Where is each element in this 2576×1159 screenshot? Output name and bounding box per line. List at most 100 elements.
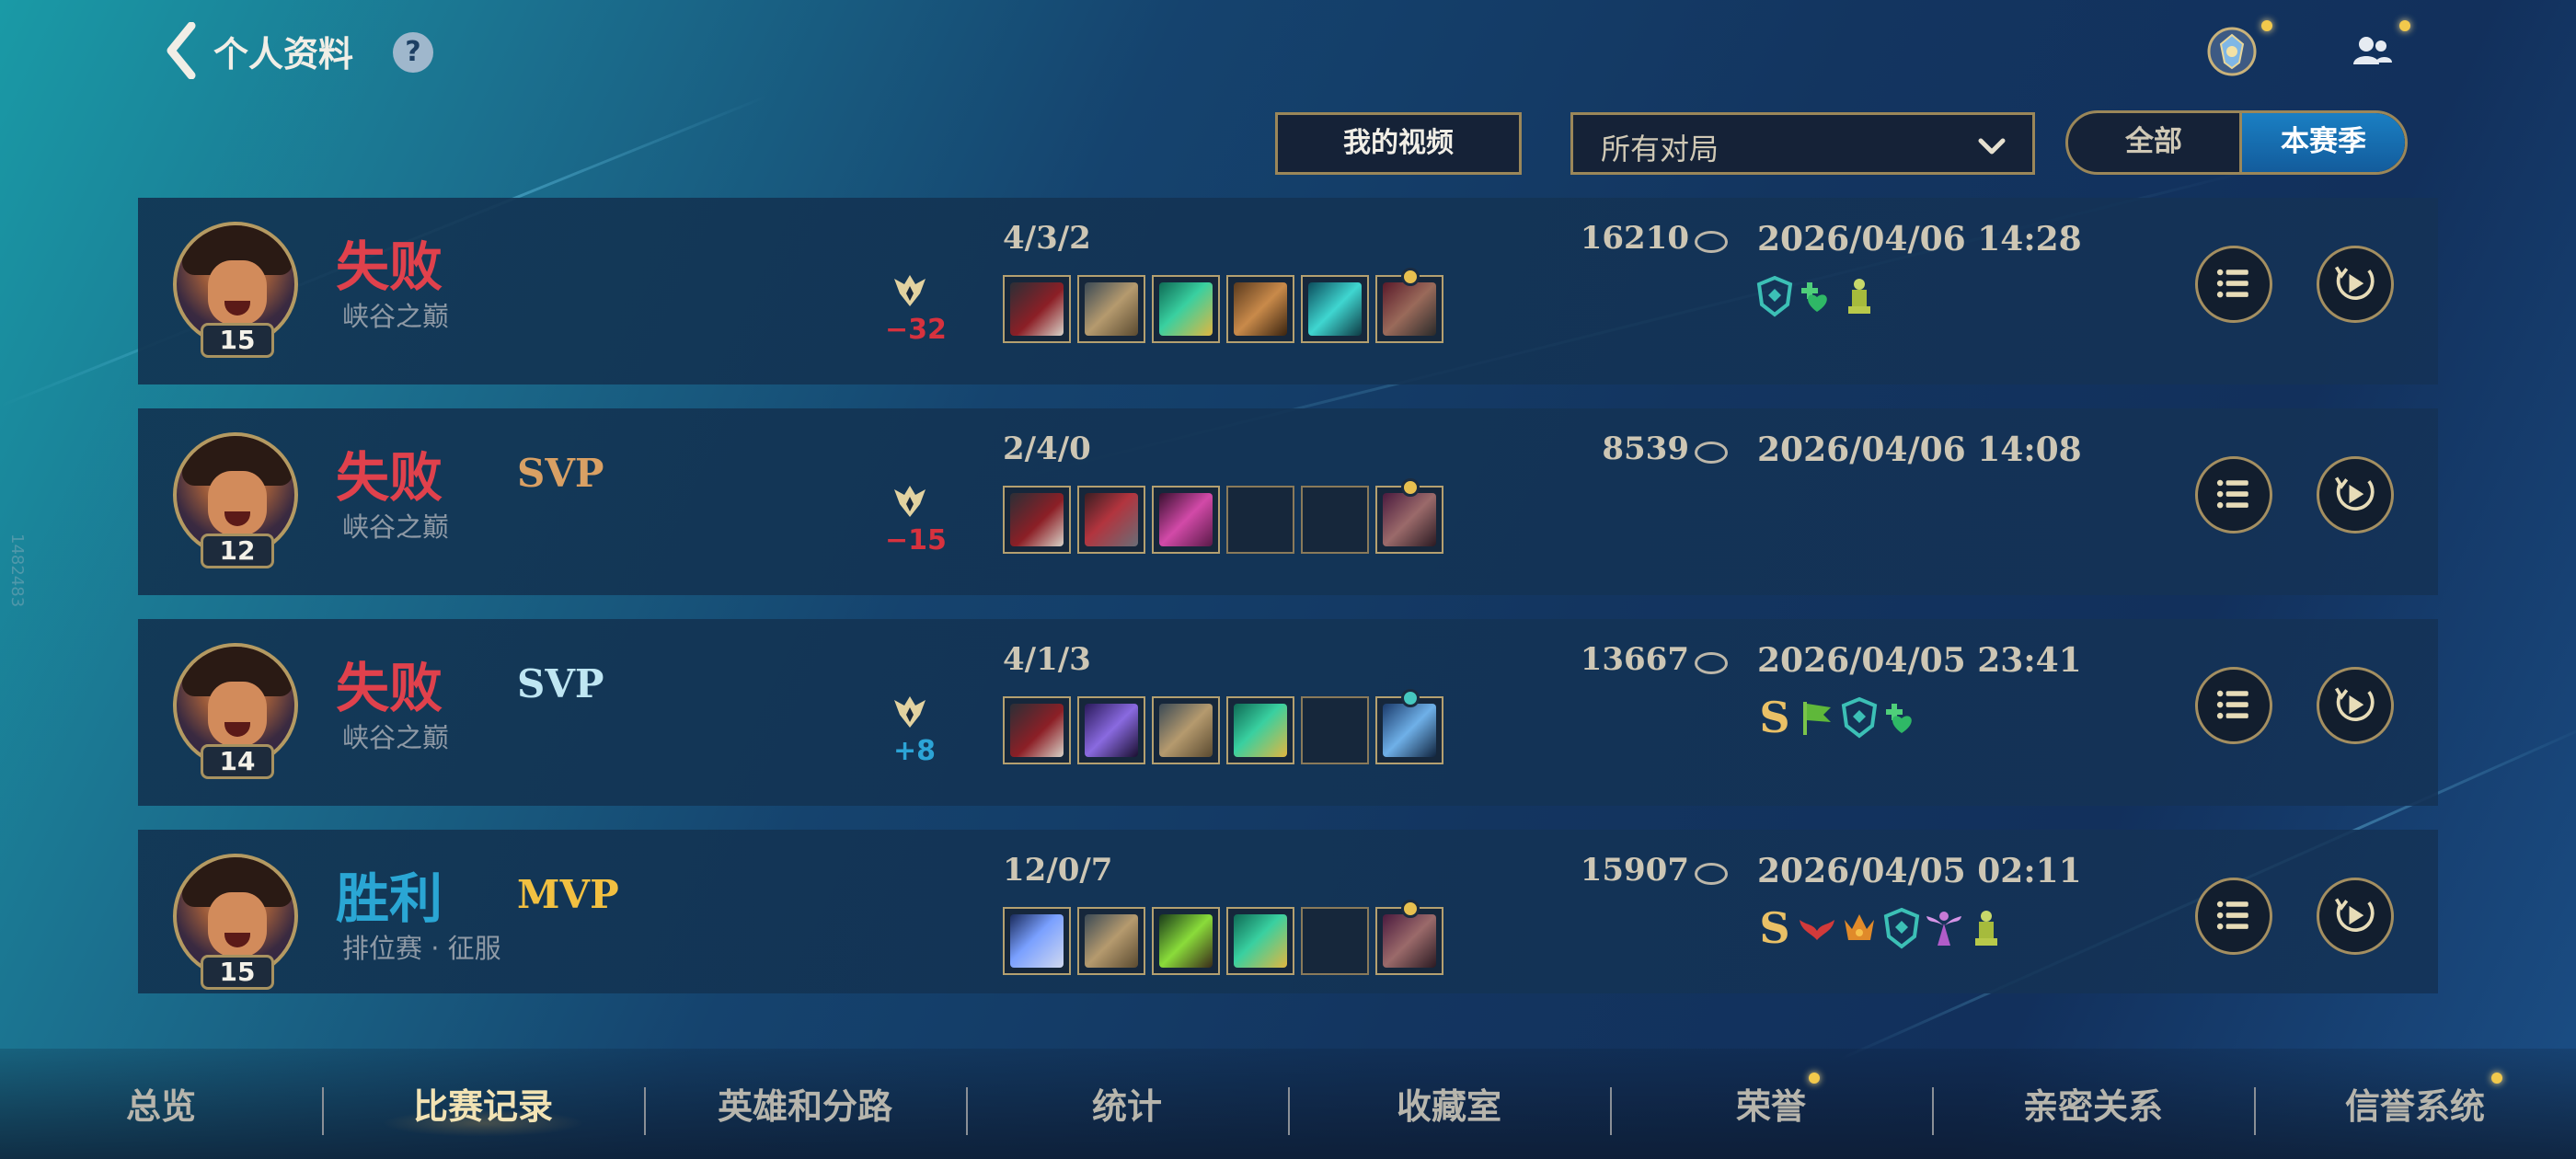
performance-tag: SVP	[517, 661, 604, 706]
gold-amount: 16210	[1426, 220, 1730, 257]
replay-icon	[2334, 687, 2375, 721]
kda-text: 4/1/3	[1003, 641, 1091, 678]
tower-badge-icon	[1840, 275, 1879, 317]
item-slot-tan-axe[interactable]	[1077, 275, 1145, 343]
performance-tag: MVP	[517, 872, 619, 917]
item-slot-purple-spear[interactable]	[1077, 696, 1145, 764]
match-details-button[interactable]	[2195, 878, 2272, 955]
nav-tab-0[interactable]: 总览	[23, 1078, 299, 1133]
item-slot-red-blade[interactable]	[1003, 486, 1071, 554]
list-icon	[2216, 901, 2248, 930]
gold-value: 13667	[1580, 641, 1689, 678]
match-details-button[interactable]	[2195, 667, 2272, 744]
tower-badge-icon	[1967, 907, 2006, 949]
item-slot-green-staff[interactable]	[1226, 907, 1294, 975]
nav-tab-3[interactable]: 统计	[989, 1078, 1265, 1133]
toggle-all[interactable]: 全部	[2068, 113, 2239, 172]
item-slot-red-blade[interactable]	[1003, 275, 1071, 343]
nav-tab-7[interactable]: 信誉系统	[2277, 1078, 2553, 1133]
replay-button[interactable]	[2317, 878, 2394, 955]
match-result: 胜利	[336, 867, 443, 930]
item-slot-boots[interactable]	[1375, 478, 1443, 554]
replay-button[interactable]	[2317, 667, 2394, 744]
back-arrow-icon[interactable]	[164, 22, 199, 79]
match-datetime: 2026/04/05 23:41	[1757, 641, 2082, 680]
help-icon[interactable]: ?	[393, 32, 433, 73]
item-slot-pink-gauntlet[interactable]	[1152, 486, 1220, 554]
s-rating-badge: S	[1759, 903, 1790, 953]
match-details-button[interactable]	[2195, 246, 2272, 323]
nav-separator	[322, 1087, 324, 1135]
coin-icon	[1695, 231, 1728, 253]
hero-level-badge: 12	[201, 534, 274, 568]
gold-amount: 8539	[1426, 430, 1730, 467]
item-enchant-gem	[1401, 900, 1420, 918]
notification-dot	[2399, 20, 2410, 31]
match-details-button[interactable]	[2195, 456, 2272, 534]
game-mode: 峡谷之巅	[342, 722, 450, 753]
my-videos-button[interactable]: 我的视频	[1275, 112, 1522, 175]
toggle-this-season[interactable]: 本赛季	[2239, 113, 2405, 172]
item-slot-empty	[1301, 907, 1369, 975]
nav-tab-4[interactable]: 收藏室	[1311, 1078, 1587, 1133]
item-slot-boots[interactable]	[1375, 900, 1443, 975]
item-slot-red-hammer[interactable]	[1375, 268, 1443, 343]
side-id-text: 1482483	[7, 534, 27, 608]
replay-icon	[2334, 476, 2375, 511]
flag-badge-icon	[1798, 696, 1836, 739]
coin-icon	[1695, 652, 1728, 674]
rank-points-icon	[889, 480, 931, 522]
hero-level-badge: 15	[201, 955, 274, 990]
item-slot-teal-cloak[interactable]	[1301, 275, 1369, 343]
gold-value: 15907	[1580, 852, 1689, 889]
performance-tag: SVP	[517, 451, 604, 496]
nav-separator	[644, 1087, 646, 1135]
game-mode: 峡谷之巅	[342, 511, 450, 543]
nav-tab-2[interactable]: 英雄和分路	[667, 1078, 943, 1133]
gold-amount: 15907	[1426, 852, 1730, 889]
item-slot-green-staff[interactable]	[1152, 275, 1220, 343]
nav-separator	[2254, 1087, 2256, 1135]
s-rating-badge: S	[1759, 693, 1790, 742]
item-slot-tan-axe[interactable]	[1152, 696, 1220, 764]
item-slot-green-skull[interactable]	[1152, 907, 1220, 975]
match-row[interactable]: 15 胜利 MVP 排位赛 · 征服 12/0/7 15907 2026/04/05 02:…	[138, 830, 2438, 993]
nav-tab-1[interactable]: 比赛记录	[345, 1078, 621, 1137]
list-icon	[2216, 269, 2248, 298]
replay-button[interactable]	[2317, 246, 2394, 323]
rank-points-icon	[889, 270, 931, 312]
nav-tab-6[interactable]: 亲密关系	[1955, 1078, 2231, 1133]
notification-dot	[1809, 1073, 1820, 1084]
match-type-dropdown[interactable]: 所有对局	[1570, 112, 2035, 175]
match-result: 失败	[336, 235, 443, 298]
list-icon	[2216, 690, 2248, 719]
friends-icon[interactable]	[2346, 26, 2398, 77]
rank-points-change: −15	[885, 524, 947, 557]
match-row[interactable]: 15 失败 峡谷之巅 −32 4/3/2 16210 2026/04/06 14:28	[138, 198, 2438, 384]
item-slot-empty	[1301, 696, 1369, 764]
shield-badge-icon	[1840, 696, 1879, 739]
match-row[interactable]: 14 失败 SVP 峡谷之巅 +8 4/1/3 13667 2026/04/05 23:41 S	[138, 619, 2438, 806]
coin-icon	[1695, 863, 1728, 885]
item-slot-bronze-armor[interactable]	[1226, 275, 1294, 343]
item-slot-red-blade[interactable]	[1003, 696, 1071, 764]
match-row[interactable]: 12 失败 SVP 峡谷之巅 −15 2/4/0 8539 2026/04/06 14:08	[138, 408, 2438, 595]
item-slot-red-helm[interactable]	[1077, 486, 1145, 554]
notification-dot	[2491, 1073, 2502, 1084]
nav-separator	[1288, 1087, 1290, 1135]
item-enchant-gem	[1401, 268, 1420, 286]
item-slot-tan-axe[interactable]	[1077, 907, 1145, 975]
replay-button[interactable]	[2317, 456, 2394, 534]
game-mode: 峡谷之巅	[342, 301, 450, 332]
kda-text: 12/0/7	[1003, 852, 1113, 889]
page-title: 个人资料	[213, 34, 354, 75]
item-slot-green-staff[interactable]	[1226, 696, 1294, 764]
nav-separator	[1932, 1087, 1934, 1135]
match-datetime: 2026/04/05 02:11	[1757, 852, 2082, 890]
season-toggle: 全部 本赛季	[2065, 110, 2408, 175]
profile-emblem-icon[interactable]	[2206, 26, 2258, 77]
chevron-down-icon	[1978, 138, 2006, 155]
item-slot-blue-boots[interactable]	[1375, 689, 1443, 764]
nav-tab-5[interactable]: 荣誉	[1633, 1078, 1909, 1133]
item-slot-blue-blade[interactable]	[1003, 907, 1071, 975]
